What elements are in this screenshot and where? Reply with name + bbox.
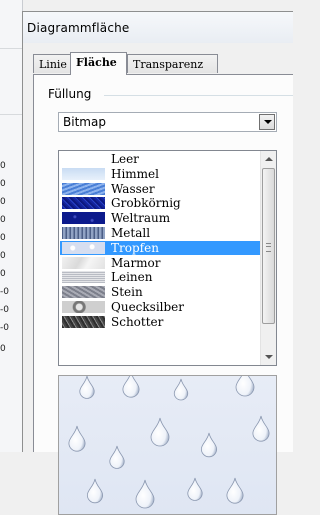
bitmap-list-item[interactable]: Wasser [60,182,261,196]
bitmap-list-item[interactable]: Leinen [60,270,261,284]
background-spreadsheet-strip: 0 0 0 0 0 0 0 -0 -0 -0 0 [0,0,23,452]
water-drop-shape [86,478,104,504]
scroll-up-icon[interactable] [261,151,276,167]
bitmap-list-item[interactable]: Schotter [60,315,261,329]
scrollbar-thumb[interactable] [262,168,275,324]
bitmap-swatch-sky [62,167,105,180]
bitmap-list-item[interactable]: Marmor [60,256,261,270]
water-drop-shape [252,415,270,442]
dialog-title: Diagrammfläche [27,21,130,35]
bitmap-list-item[interactable]: Tropfen [60,240,261,255]
fill-type-dropdown[interactable]: Bitmap [58,112,277,132]
bitmap-list-item[interactable]: Weltraum [60,211,261,225]
tab-linie[interactable]: Linie [33,54,72,73]
row-mark: 0 [0,215,6,225]
bitmap-item-label: Stein [111,285,143,300]
area-dialog: Diagrammfläche Linie Fläche Transparenz … [22,11,293,515]
bitmap-list-item[interactable]: Stein [60,285,261,299]
tab-flaeche[interactable]: Fläche [70,52,127,75]
bitmap-item-label: Schotter [111,314,164,329]
grid-line [0,114,22,115]
bitmap-preview [58,375,277,515]
bitmap-swatch-marble [62,256,105,269]
water-drop-shape [200,432,218,458]
water-drop-shape [122,376,140,398]
row-mark: -0 [0,323,9,333]
bitmap-item-label: Leer [111,152,139,166]
bitmap-listbox[interactable]: Leer Himmel Wasser Grobkörnig Weltraum Metall… [58,150,277,366]
fill-group-label: Füllung [48,87,96,101]
listbox-scrollbar[interactable] [260,151,276,365]
row-mark: -0 [0,287,9,297]
bitmap-item-label: Marmor [111,255,161,270]
row-mark: 0 [0,344,6,354]
group-divider [104,95,293,96]
bitmap-list-item[interactable]: Leer [60,152,261,166]
water-drop-shape [135,479,155,509]
bitmap-swatch-coarse [62,197,105,210]
row-mark: 0 [0,161,6,171]
row-mark: 0 [0,233,6,243]
row-mark: 0 [0,197,6,207]
fill-type-value: Bitmap [63,115,106,129]
bitmap-item-label: Quecksilber [111,300,185,314]
bitmap-list-item[interactable]: Grobkörnig [60,196,261,210]
bitmap-swatch-drops [62,241,105,254]
bitmap-list-item[interactable]: Himmel [60,167,261,181]
bitmap-swatch-stone [62,286,105,299]
water-drop-shape [150,417,170,447]
water-drop-shape [109,445,125,469]
bitmap-item-label: Wasser [111,181,155,196]
scroll-down-icon[interactable] [261,349,276,365]
chevron-down-icon[interactable] [259,114,275,130]
row-mark: -0 [0,305,9,315]
bitmap-item-label: Weltraum [111,211,171,226]
bitmap-swatch-metal [62,227,105,239]
bitmap-swatch-water [62,182,105,195]
bitmap-item-label: Tropfen [111,240,159,255]
grid-line [0,48,22,49]
water-drop-shape [68,425,86,452]
bitmap-swatch-gravel [62,315,105,328]
bitmap-item-label: Leinen [111,270,153,285]
water-drop-shape [173,378,189,401]
bitmap-item-label: Metall [111,226,151,240]
drops-pattern-preview [68,376,270,509]
tab-panel-flaeche: Füllung Bitmap Leer Himmel Wasser Grobkörni… [33,74,293,515]
bitmap-item-label: Grobkörnig [111,196,181,211]
bitmap-swatch-none [62,153,105,165]
water-drop-shape [235,376,255,397]
tab-transparenz[interactable]: Transparenz [127,54,218,73]
row-mark: 0 [0,251,6,261]
dialog-titlebar[interactable]: Diagrammfläche [23,12,293,43]
bitmap-swatch-mercury [62,301,105,313]
bitmap-list-item[interactable]: Quecksilber [60,300,261,314]
grip-icon [266,243,271,252]
bitmap-item-label: Himmel [111,166,159,181]
water-drop-shape [226,477,244,504]
row-mark: 0 [0,269,6,279]
bitmap-swatch-linen [62,271,105,284]
bitmap-list-item[interactable]: Metall [60,226,261,240]
bitmap-swatch-space [62,212,105,225]
water-drop-shape [187,477,203,501]
water-drop-shape [79,376,95,399]
row-mark: 0 [0,179,6,189]
